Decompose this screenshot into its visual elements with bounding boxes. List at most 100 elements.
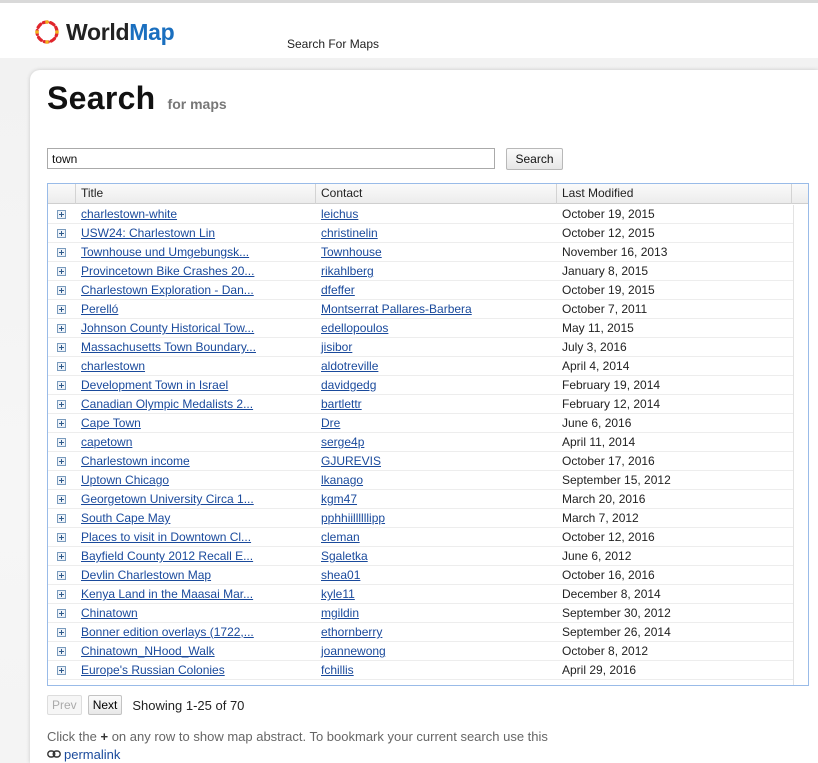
map-title-link[interactable]: Devlin Charlestown Map xyxy=(76,566,316,584)
table-row[interactable]: Johnson County Historical Tow... edellopo… xyxy=(48,319,795,338)
expand-plus-icon[interactable] xyxy=(57,229,66,238)
map-title-link[interactable]: Chinatown_NHood_Walk xyxy=(76,642,316,660)
expand-plus-icon[interactable] xyxy=(57,343,66,352)
expand-plus-icon[interactable] xyxy=(57,267,66,276)
last-modified-column-header[interactable]: Last Modified xyxy=(557,184,792,204)
expand-plus-icon[interactable] xyxy=(57,628,66,637)
row-expander[interactable] xyxy=(48,471,76,489)
worldmap-logo[interactable]: WorldMap xyxy=(34,14,175,50)
table-row[interactable]: Kenya Land in the Maasai Mar... kyle11 Dec… xyxy=(48,585,795,604)
contact-link[interactable]: bartlettr xyxy=(316,395,557,413)
expand-plus-icon[interactable] xyxy=(57,571,66,580)
contact-link[interactable]: kgm47 xyxy=(316,490,557,508)
expand-plus-icon[interactable] xyxy=(57,286,66,295)
expand-plus-icon[interactable] xyxy=(57,438,66,447)
table-row[interactable]: Chinatown_NHood_Walk joannewong October 8,… xyxy=(48,642,795,661)
table-row[interactable]: Bonner edition overlays (1722,... ethornb… xyxy=(48,623,795,642)
contact-column-header[interactable]: Contact xyxy=(316,184,557,204)
expand-plus-icon[interactable] xyxy=(57,419,66,428)
next-button[interactable]: Next xyxy=(87,695,123,715)
row-expander[interactable] xyxy=(48,604,76,622)
expand-plus-icon[interactable] xyxy=(57,647,66,656)
contact-link[interactable]: davidgedg xyxy=(316,376,557,394)
row-expander[interactable] xyxy=(48,623,76,641)
expand-plus-icon[interactable] xyxy=(57,305,66,314)
contact-link[interactable]: serge4p xyxy=(316,433,557,451)
contact-link[interactable]: fchillis xyxy=(316,661,557,679)
expand-plus-icon[interactable] xyxy=(57,324,66,333)
table-row[interactable]: USW24: Charlestown Lin christinelin Octobe… xyxy=(48,224,795,243)
row-expander[interactable] xyxy=(48,547,76,565)
map-title-link[interactable]: USW24: Charlestown Lin xyxy=(76,224,316,242)
contact-link[interactable]: Montserrat Pallares-Barbera xyxy=(316,300,557,318)
search-input[interactable] xyxy=(47,148,495,169)
expand-plus-icon[interactable] xyxy=(57,362,66,371)
expand-plus-icon[interactable] xyxy=(57,457,66,466)
contact-link[interactable]: shea01 xyxy=(316,566,557,584)
contact-link[interactable]: kyle11 xyxy=(316,585,557,603)
contact-link[interactable]: Townhouse xyxy=(316,243,557,261)
expand-plus-icon[interactable] xyxy=(57,514,66,523)
contact-link[interactable]: Sgaletka xyxy=(316,547,557,565)
table-row[interactable]: Chinatown mgildin September 30, 2012 xyxy=(48,604,795,623)
table-row[interactable]: Provincetown Bike Crashes 20... rikahlber… xyxy=(48,262,795,281)
row-expander[interactable] xyxy=(48,528,76,546)
row-expander[interactable] xyxy=(48,376,76,394)
contact-link[interactable]: edellopoulos xyxy=(316,319,557,337)
table-row[interactable]: Charlestown Exploration - Dan... dfeffer O… xyxy=(48,281,795,300)
row-expander[interactable] xyxy=(48,509,76,527)
table-row[interactable]: Development Town in Israel davidgedg Febru… xyxy=(48,376,795,395)
map-title-link[interactable]: Provincetown Bike Crashes 20... xyxy=(76,262,316,280)
row-expander[interactable] xyxy=(48,205,76,223)
table-row[interactable]: Places to visit in Downtown Cl... cleman O… xyxy=(48,528,795,547)
expand-plus-icon[interactable] xyxy=(57,552,66,561)
map-title-link[interactable]: Kenya Land in the Maasai Mar... xyxy=(76,585,316,603)
map-title-link[interactable]: Uptown Chicago xyxy=(76,471,316,489)
row-expander[interactable] xyxy=(48,452,76,470)
contact-link[interactable]: christinelin xyxy=(316,224,557,242)
contact-link[interactable]: jisibor xyxy=(316,338,557,356)
map-title-link[interactable]: Development Town in Israel xyxy=(76,376,316,394)
map-title-link[interactable]: Chinatown xyxy=(76,604,316,622)
row-expander[interactable] xyxy=(48,357,76,375)
contact-link[interactable]: leichus xyxy=(316,205,557,223)
contact-link[interactable]: GJUREVIS xyxy=(316,452,557,470)
row-expander[interactable] xyxy=(48,414,76,432)
table-row[interactable]: Massachusetts Town Boundary... jisibor Jul… xyxy=(48,338,795,357)
permalink-link[interactable]: permalink xyxy=(47,746,120,763)
table-row[interactable]: Townhouse und Umgebungsk... Townhouse Nove… xyxy=(48,243,795,262)
map-title-link[interactable]: Massachusetts Town Boundary... xyxy=(76,338,316,356)
row-expander[interactable] xyxy=(48,566,76,584)
table-row[interactable]: Europe's Russian Colonies fchillis April 2… xyxy=(48,661,795,680)
row-expander[interactable] xyxy=(48,262,76,280)
contact-link[interactable]: joannewong xyxy=(316,642,557,660)
map-title-link[interactable]: Bayfield County 2012 Recall E... xyxy=(76,547,316,565)
expand-plus-icon[interactable] xyxy=(57,533,66,542)
map-title-link[interactable]: Perelló xyxy=(76,300,316,318)
contact-link[interactable]: Dre xyxy=(316,414,557,432)
row-expander[interactable] xyxy=(48,338,76,356)
row-expander[interactable] xyxy=(48,585,76,603)
map-title-link[interactable]: Georgetown University Circa 1... xyxy=(76,490,316,508)
map-title-link[interactable]: Johnson County Historical Tow... xyxy=(76,319,316,337)
expand-plus-icon[interactable] xyxy=(57,210,66,219)
contact-link[interactable]: aldotreville xyxy=(316,357,557,375)
expand-plus-icon[interactable] xyxy=(57,609,66,618)
table-row[interactable]: charlestown aldotreville April 4, 2014 xyxy=(48,357,795,376)
row-expander[interactable] xyxy=(48,433,76,451)
map-title-link[interactable]: capetown xyxy=(76,433,316,451)
table-row[interactable]: capetown serge4p April 11, 2014 xyxy=(48,433,795,452)
map-title-link[interactable]: Charlestown Exploration - Dan... xyxy=(76,281,316,299)
map-title-link[interactable]: Canadian Olympic Medalists 2... xyxy=(76,395,316,413)
contact-link[interactable]: ethornberry xyxy=(316,623,557,641)
map-title-link[interactable]: Cape Town xyxy=(76,414,316,432)
table-row[interactable]: charlestown-white leichus October 19, 2015 xyxy=(48,205,795,224)
search-button[interactable]: Search xyxy=(506,148,563,170)
expand-plus-icon[interactable] xyxy=(57,590,66,599)
table-row[interactable]: Devlin Charlestown Map shea01 October 16, … xyxy=(48,566,795,585)
contact-link[interactable]: lkanago xyxy=(316,471,557,489)
map-title-link[interactable]: South Cape May xyxy=(76,509,316,527)
contact-link[interactable]: cleman xyxy=(316,528,557,546)
title-column-header[interactable]: Title xyxy=(76,184,316,204)
table-row[interactable]: Canadian Olympic Medalists 2... bartlettr… xyxy=(48,395,795,414)
